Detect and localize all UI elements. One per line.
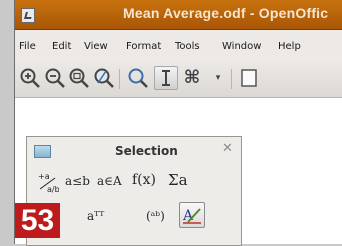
attributes-icon[interactable]: aᵀᵀ [87, 209, 104, 223]
zoom-100-icon[interactable] [68, 67, 90, 89]
menu-file[interactable]: File [19, 41, 36, 52]
show-all-icon[interactable] [93, 67, 115, 89]
menu-edit[interactable]: Edit [52, 41, 71, 52]
functions-icon[interactable]: f(x) [132, 172, 156, 188]
symbols-icon[interactable]: ⌘ [181, 67, 203, 89]
toolbar-separator [231, 69, 232, 89]
menu-window[interactable]: Window [222, 41, 261, 52]
unary-binary-operators-icon[interactable]: +a a/b [37, 170, 59, 194]
formats-icon: A [182, 208, 201, 224]
svg-text:a/b: a/b [47, 185, 59, 194]
toolbar-overflow-icon[interactable]: ▾ [207, 73, 229, 95]
set-operations-icon[interactable]: a∈A [97, 174, 122, 188]
app-icon[interactable] [21, 8, 35, 23]
formula-cursor-icon[interactable] [154, 66, 178, 90]
menu-format[interactable]: Format [126, 41, 161, 52]
zoom-out-icon[interactable] [44, 67, 66, 89]
toolbar-separator [119, 69, 120, 89]
update-icon[interactable] [127, 67, 149, 89]
relations-icon[interactable]: a≤b [65, 174, 90, 188]
zoom-in-icon[interactable] [19, 67, 41, 89]
menu-help[interactable]: Help [278, 41, 301, 52]
menu-tools[interactable]: Tools [175, 41, 200, 52]
panel-icon [34, 145, 51, 158]
operators-icon[interactable]: Σa [168, 171, 188, 189]
title-bar[interactable]: Mean Average.odf - OpenOffic [15, 0, 342, 30]
menu-view[interactable]: View [84, 41, 108, 52]
panel-title: Selection [115, 144, 178, 158]
toolbar: ⌘ ▾ [15, 57, 342, 98]
window-title: Mean Average.odf - OpenOffic [123, 5, 329, 21]
formats-button[interactable]: A [179, 202, 205, 228]
page-number-badge: 53 [15, 203, 60, 238]
svg-text:+a: +a [38, 172, 50, 181]
close-icon[interactable]: ✕ [222, 141, 233, 156]
brackets-icon[interactable]: (ᵃᵇ) [146, 209, 165, 223]
more-tools-icon[interactable] [239, 67, 261, 89]
menu-bar: File Edit View Format Tools Window Help [15, 30, 342, 56]
